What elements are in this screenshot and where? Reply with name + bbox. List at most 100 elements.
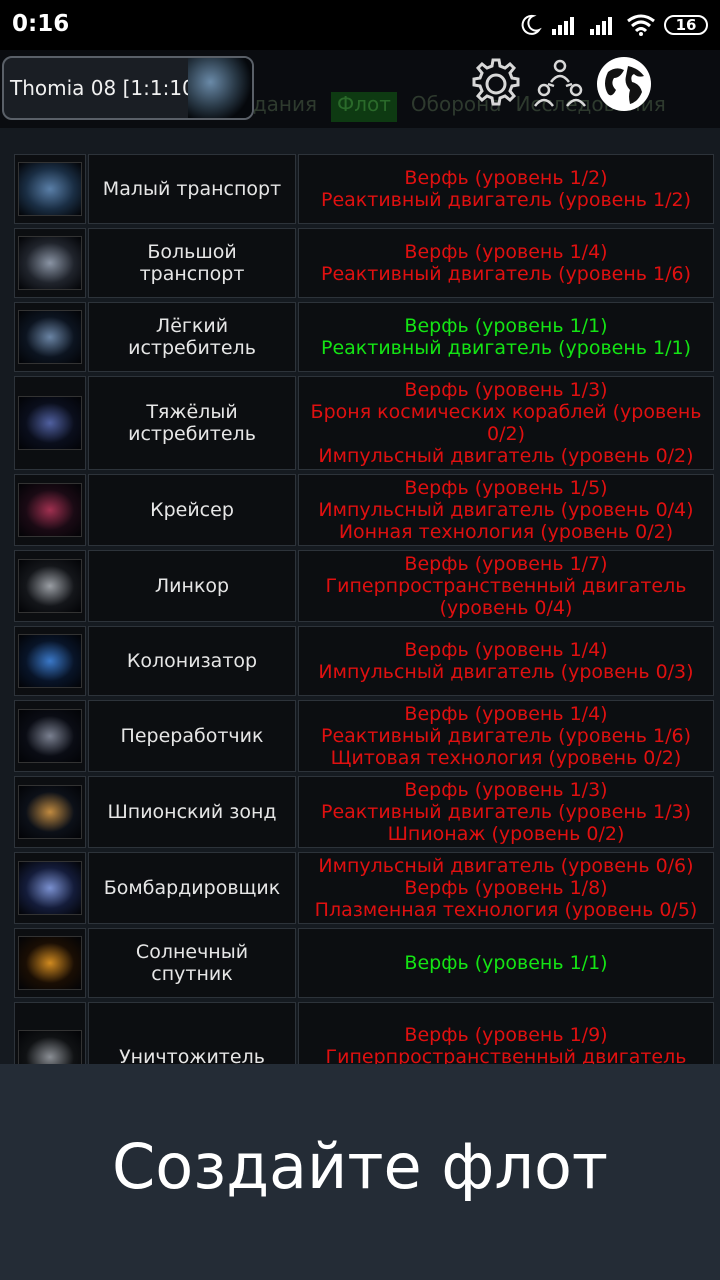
requirement-text: Импульсный двигатель (уровень 0/4) xyxy=(318,499,694,521)
requirement-text: Верфь (уровень 1/4) xyxy=(404,703,608,725)
requirement-text: Импульсный двигатель (уровень 0/6) xyxy=(318,855,694,877)
ship-row[interactable]: Тяжёлый истребитель Верфь (уровень 1/3) Бр… xyxy=(14,376,716,470)
shipyard-content: Малый транспорт Верфь (уровень 1/2) Реакти… xyxy=(0,128,720,1064)
ship-thumbnail xyxy=(18,861,82,915)
ship-requirements: Верфь (уровень 1/4) Реактивный двигатель … xyxy=(298,700,714,772)
requirement-text: Верфь (уровень 1/2) xyxy=(404,167,608,189)
caption-text: Создайте флот xyxy=(112,1129,608,1203)
ship-requirements: Верфь (уровень 1/5) Импульсный двигатель … xyxy=(298,474,714,546)
requirement-text: Реактивный двигатель (уровень 1/6) xyxy=(320,725,692,747)
ship-requirements: Верфь (уровень 1/4) Реактивный двигатель … xyxy=(298,228,714,298)
requirement-text: Верфь (уровень 1/9) xyxy=(404,1024,608,1046)
ship-requirements: Верфь (уровень 1/2) Реактивный двигатель … xyxy=(298,154,714,224)
ship-row[interactable]: Крейсер Верфь (уровень 1/5) Импульсный дви… xyxy=(14,474,716,546)
ship-row[interactable]: Уничтожитель Верфь (уровень 1/9) Гиперпрос… xyxy=(14,1002,716,1064)
ship-thumbnail xyxy=(18,483,82,537)
requirement-text: Верфь (уровень 1/1) xyxy=(404,315,608,337)
ship-row[interactable]: Бомбардировщик Импульсный двигатель (уров… xyxy=(14,852,716,924)
requirement-text: Реактивный двигатель (уровень 1/1) xyxy=(320,337,692,359)
ship-name: Бомбардировщик xyxy=(88,852,296,924)
planet-image xyxy=(188,58,252,118)
requirement-text: Щитовая технология (уровень 0/2) xyxy=(330,747,682,769)
ship-row[interactable]: Большой транспорт Верфь (уровень 1/4) Реак… xyxy=(14,228,716,298)
ship-name: Малый транспорт xyxy=(88,154,296,224)
ship-image-cell xyxy=(14,376,86,470)
requirement-text: Реактивный двигатель (уровень 1/3) xyxy=(320,801,692,823)
requirement-text: Броня космических кораблей (уровень 0/2) xyxy=(310,401,702,445)
battery-indicator: 16 xyxy=(664,15,708,35)
requirement-text: Импульсный двигатель (уровень 0/3) xyxy=(318,661,694,683)
ship-name: Линкор xyxy=(88,550,296,622)
ship-image-cell xyxy=(14,626,86,696)
gear-icon[interactable] xyxy=(466,54,526,114)
signal-icon xyxy=(552,17,574,35)
ship-row[interactable]: Линкор Верфь (уровень 1/7) Гиперпространст… xyxy=(14,550,716,622)
requirement-text: Верфь (уровень 1/7) xyxy=(404,553,608,575)
requirement-text: Плазменная технология (уровень 0/5) xyxy=(314,899,698,921)
ship-row[interactable]: Переработчик Верфь (уровень 1/4) Реактивны… xyxy=(14,700,716,772)
ship-image-cell xyxy=(14,154,86,224)
ship-row[interactable]: Лёгкий истребитель Верфь (уровень 1/1) Реа… xyxy=(14,302,716,372)
ship-image-cell xyxy=(14,928,86,998)
ship-requirements: Верфь (уровень 1/9) Гиперпространственный… xyxy=(298,1002,714,1064)
requirement-text: Верфь (уровень 1/8) xyxy=(404,877,608,899)
ship-thumbnail xyxy=(18,936,82,990)
ship-row[interactable]: Колонизатор Верфь (уровень 1/4) Импульсный… xyxy=(14,626,716,696)
tab-fleet[interactable]: Флот xyxy=(331,92,397,122)
ship-thumbnail xyxy=(18,634,82,688)
ship-image-cell xyxy=(14,474,86,546)
ship-row[interactable]: Солнечный спутник Верфь (уровень 1/1) xyxy=(14,928,716,998)
requirement-text: Реактивный двигатель (уровень 1/6) xyxy=(320,263,692,285)
wifi-icon xyxy=(627,14,655,36)
ship-image-cell xyxy=(14,852,86,924)
ship-image-cell xyxy=(14,776,86,848)
requirement-text: Верфь (уровень 1/4) xyxy=(404,639,608,661)
ship-name: Колонизатор xyxy=(88,626,296,696)
requirement-text: Верфь (уровень 1/3) xyxy=(404,779,608,801)
requirement-text: Реактивный двигатель (уровень 1/2) xyxy=(320,189,692,211)
ship-image-cell xyxy=(14,700,86,772)
requirement-text: Шпионаж (уровень 0/2) xyxy=(387,823,625,845)
ship-requirements: Верфь (уровень 1/3) Броня космических кор… xyxy=(298,376,714,470)
ship-name: Переработчик xyxy=(88,700,296,772)
ship-thumbnail xyxy=(18,162,82,216)
ship-list: Малый транспорт Верфь (уровень 1/2) Реакти… xyxy=(14,154,716,1064)
promo-caption: Создайте флот xyxy=(0,1064,720,1280)
requirement-text: Ионная технология (уровень 0/2) xyxy=(338,521,674,543)
ship-row[interactable]: Малый транспорт Верфь (уровень 1/2) Реакти… xyxy=(14,154,716,224)
ship-name: Шпионский зонд xyxy=(88,776,296,848)
ship-thumbnail xyxy=(18,709,82,763)
ship-name: Уничтожитель xyxy=(88,1002,296,1064)
ship-thumbnail xyxy=(18,559,82,613)
ship-name: Крейсер xyxy=(88,474,296,546)
ship-requirements: Верфь (уровень 1/4) Импульсный двигатель … xyxy=(298,626,714,696)
ship-thumbnail xyxy=(18,785,82,839)
ship-image-cell xyxy=(14,550,86,622)
signal-icon-2 xyxy=(590,17,612,35)
ship-name: Лёгкий истребитель xyxy=(88,302,296,372)
requirement-text: Гиперпространственный двигатель (уровень… xyxy=(325,575,687,619)
status-time: 0:16 xyxy=(12,11,70,37)
requirement-text: Гиперпространственный двигатель (уровень… xyxy=(325,1046,687,1064)
requirement-text: Верфь (уровень 1/5) xyxy=(404,477,608,499)
planet-name: Thomia 08 [1:1:10] xyxy=(10,76,203,100)
ship-requirements: Верфь (уровень 1/1) Реактивный двигатель … xyxy=(298,302,714,372)
alliance-icon[interactable] xyxy=(530,54,590,114)
requirement-text: Верфь (уровень 1/4) xyxy=(404,241,608,263)
ship-name: Большой транспорт xyxy=(88,228,296,298)
ship-requirements: Импульсный двигатель (уровень 0/6) Верфь … xyxy=(298,852,714,924)
ship-thumbnail xyxy=(18,310,82,364)
ship-thumbnail xyxy=(18,236,82,290)
status-icons: 16 xyxy=(518,10,708,40)
ship-thumbnail xyxy=(18,396,82,450)
status-bar: 0:16 16 xyxy=(0,0,720,50)
ship-row[interactable]: Шпионский зонд Верфь (уровень 1/3) Реактив… xyxy=(14,776,716,848)
ship-name: Солнечный спутник xyxy=(88,928,296,998)
ship-image-cell xyxy=(14,228,86,298)
planet-selector[interactable]: Thomia 08 [1:1:10] ▼ xyxy=(2,56,254,120)
globe-icon[interactable] xyxy=(594,54,654,114)
requirement-text: Импульсный двигатель (уровень 0/2) xyxy=(318,445,694,467)
ship-requirements: Верфь (уровень 1/3) Реактивный двигатель … xyxy=(298,776,714,848)
ship-requirements: Верфь (уровень 1/1) xyxy=(298,928,714,998)
ship-image-cell xyxy=(14,302,86,372)
